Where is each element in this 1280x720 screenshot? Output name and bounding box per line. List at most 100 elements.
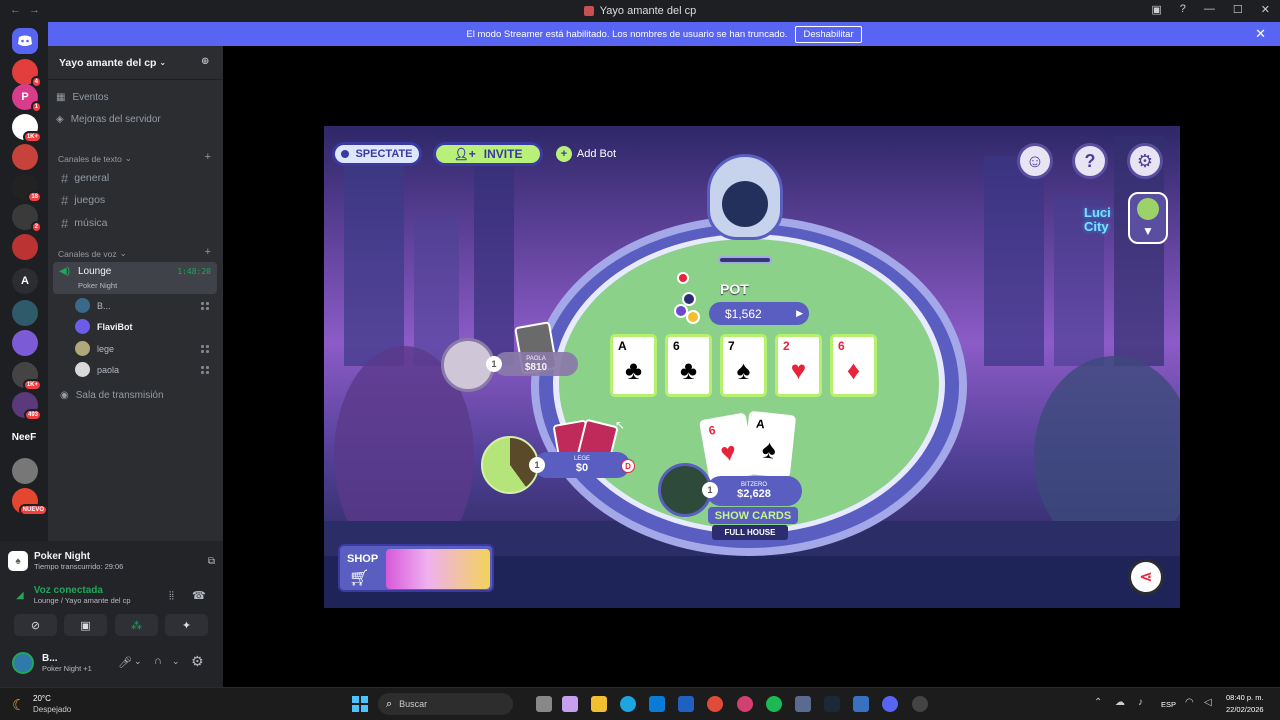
settings-button[interactable]: ⚙ (1127, 143, 1163, 179)
server-icon[interactable] (12, 458, 38, 484)
nav-arrows[interactable]: ←→ (10, 4, 48, 16)
channel-musica[interactable]: # música (56, 213, 216, 233)
hand-rank-label: FULL HOUSE (712, 525, 788, 540)
avatar[interactable] (12, 652, 34, 674)
wifi-icon[interactable]: ◠ (1185, 697, 1194, 708)
soundboard-icon: ✦ (181, 619, 192, 632)
language-indicator[interactable]: ESP (1161, 700, 1176, 709)
voice-user[interactable]: lege (75, 341, 114, 356)
close-banner-icon[interactable]: ✕ (1255, 26, 1266, 42)
file-explorer-icon[interactable] (591, 696, 607, 712)
stage-channel[interactable]: ◉ Sala de transmisión (60, 390, 164, 401)
emote-button[interactable]: ☺ (1017, 143, 1053, 179)
app-icon[interactable] (853, 696, 869, 712)
outlook-icon[interactable] (678, 696, 694, 712)
minimize-button[interactable]: — (1204, 3, 1215, 16)
server-icon[interactable]: 4 (12, 59, 42, 88)
shop-featured-image (386, 549, 490, 589)
disconnect-icon[interactable]: ☎ (192, 589, 206, 602)
invite-button[interactable]: 👤︎+ INVITE (433, 142, 543, 166)
microphone-icon[interactable]: 🎤︎ (118, 656, 132, 669)
player-seat-bitzero[interactable]: BITZERO $2,628 (706, 476, 802, 506)
add-bot-button[interactable]: + Add Bot (554, 142, 618, 166)
store-icon[interactable] (649, 696, 665, 712)
channel-general[interactable]: # general (56, 168, 216, 188)
channel-sidebar: Yayo amante del cp ⌄ ⊕ ▦ Eventos ◈ Mejor… (48, 46, 223, 541)
poker-night-activity[interactable]: SPECTATE 👤︎+ INVITE + Add Bot ☺ ? ⚙ ▼ Lu… (324, 126, 1180, 608)
settings-gear-icon[interactable]: ⚙ (191, 653, 204, 670)
notification-badge: 2 (30, 221, 42, 233)
steam-icon[interactable] (824, 696, 840, 712)
server-icon[interactable]: A (12, 268, 38, 294)
camera-button[interactable]: ⊘ (14, 614, 57, 636)
copilot-icon[interactable] (562, 696, 578, 712)
invite-people-icon[interactable]: ⊕ (201, 56, 213, 68)
inbox-icon[interactable]: ▣ (1151, 3, 1161, 16)
mic-tray-icon[interactable]: ♪ (1138, 697, 1143, 708)
maximize-button[interactable]: ☐ (1233, 3, 1243, 16)
spotify-icon[interactable] (766, 696, 782, 712)
server-icon[interactable]: NeeF (6, 424, 42, 450)
screenshare-button[interactable]: ▣ (64, 614, 107, 636)
share-button[interactable]: ⋖ (1128, 559, 1164, 595)
onedrive-icon[interactable]: ☁ (1115, 697, 1125, 708)
voice-user[interactable]: paola (75, 362, 119, 377)
text-category-header[interactable]: Canales de texto ⌄ (58, 153, 132, 164)
server-icon[interactable]: P1 (12, 84, 42, 113)
popout-icon[interactable]: ⧉ (208, 556, 215, 567)
start-button[interactable] (352, 696, 368, 712)
show-cards-button[interactable]: SHOW CARDS (708, 507, 798, 524)
chevron-down-icon[interactable]: ⌄ (172, 656, 180, 667)
voice-category-header[interactable]: Canales de voz ⌄ (58, 248, 127, 259)
server-header[interactable]: Yayo amante del cp ⌄ ⊕ (48, 46, 223, 80)
server-icon[interactable]: 18 (12, 174, 42, 203)
server-icon[interactable]: 2 (12, 204, 42, 233)
channel-juegos[interactable]: # juegos (56, 190, 216, 210)
edge-icon[interactable] (620, 696, 636, 712)
shop-button[interactable]: SHOP 🛒︎ (338, 544, 494, 592)
volume-icon[interactable]: ◁ (1204, 697, 1212, 708)
server-icon[interactable]: 1K+ (12, 362, 42, 391)
voice-user[interactable]: B... (75, 298, 111, 313)
server-icon[interactable]: NUEVO (12, 488, 48, 516)
close-window-button[interactable]: ✕ (1261, 3, 1270, 16)
city-neon-sign: Luci City (1084, 205, 1111, 234)
dealer-button: D (621, 459, 635, 473)
disable-streamer-button[interactable]: Deshabilitar (795, 25, 862, 43)
activities-button[interactable]: ⁂ (115, 614, 158, 636)
add-text-channel-icon[interactable]: + (205, 151, 211, 163)
headphones-icon[interactable]: ∩ (154, 655, 162, 667)
task-view-icon[interactable] (536, 696, 552, 712)
server-icon[interactable]: 493 (12, 392, 42, 421)
chevron-down-icon[interactable]: ⌄ (134, 656, 142, 667)
taskbar-search[interactable]: ⌕ Buscar (378, 693, 513, 715)
chrome-icon[interactable] (707, 696, 723, 712)
camera-off-icon: ⊘ (30, 619, 41, 632)
voice-channel-lounge[interactable]: ◀) Lounge Poker Night 1:48:20 (53, 262, 217, 294)
server-boost-item[interactable]: ◈ Mejoras del servidor (56, 114, 161, 125)
add-voice-channel-icon[interactable]: + (205, 246, 211, 258)
server-icon[interactable] (12, 234, 38, 260)
opera-icon[interactable] (737, 696, 753, 712)
server-icon[interactable]: 1K+ (12, 114, 42, 143)
noise-suppression-icon[interactable]: ⦙⦙ (169, 590, 174, 603)
chip-stack (674, 272, 700, 328)
voice-user[interactable]: FlaviBot (75, 319, 133, 334)
help-button[interactable]: ? (1072, 143, 1108, 179)
server-icon[interactable] (12, 144, 38, 170)
app-icon[interactable] (795, 696, 811, 712)
player-list-toggle[interactable]: ▼ (1128, 192, 1168, 244)
server-icon[interactable] (12, 330, 38, 356)
server-icon[interactable] (12, 300, 38, 326)
discord-taskbar-icon[interactable] (882, 696, 898, 712)
activities-icon: ⁂ (131, 619, 142, 632)
discord-home-icon[interactable] (12, 28, 38, 54)
player-seat-lege[interactable]: LEGE $0 (534, 452, 630, 478)
spectate-button[interactable]: SPECTATE (332, 142, 422, 166)
player-seat-paola[interactable]: PAOLA $810 (494, 352, 578, 376)
app-icon[interactable] (912, 696, 928, 712)
events-item[interactable]: ▦ Eventos (56, 92, 109, 103)
tray-chevron-icon[interactable]: ⌃ (1094, 697, 1102, 708)
soundboard-button[interactable]: ✦ (165, 614, 208, 636)
help-icon[interactable]: ? (1180, 3, 1186, 16)
